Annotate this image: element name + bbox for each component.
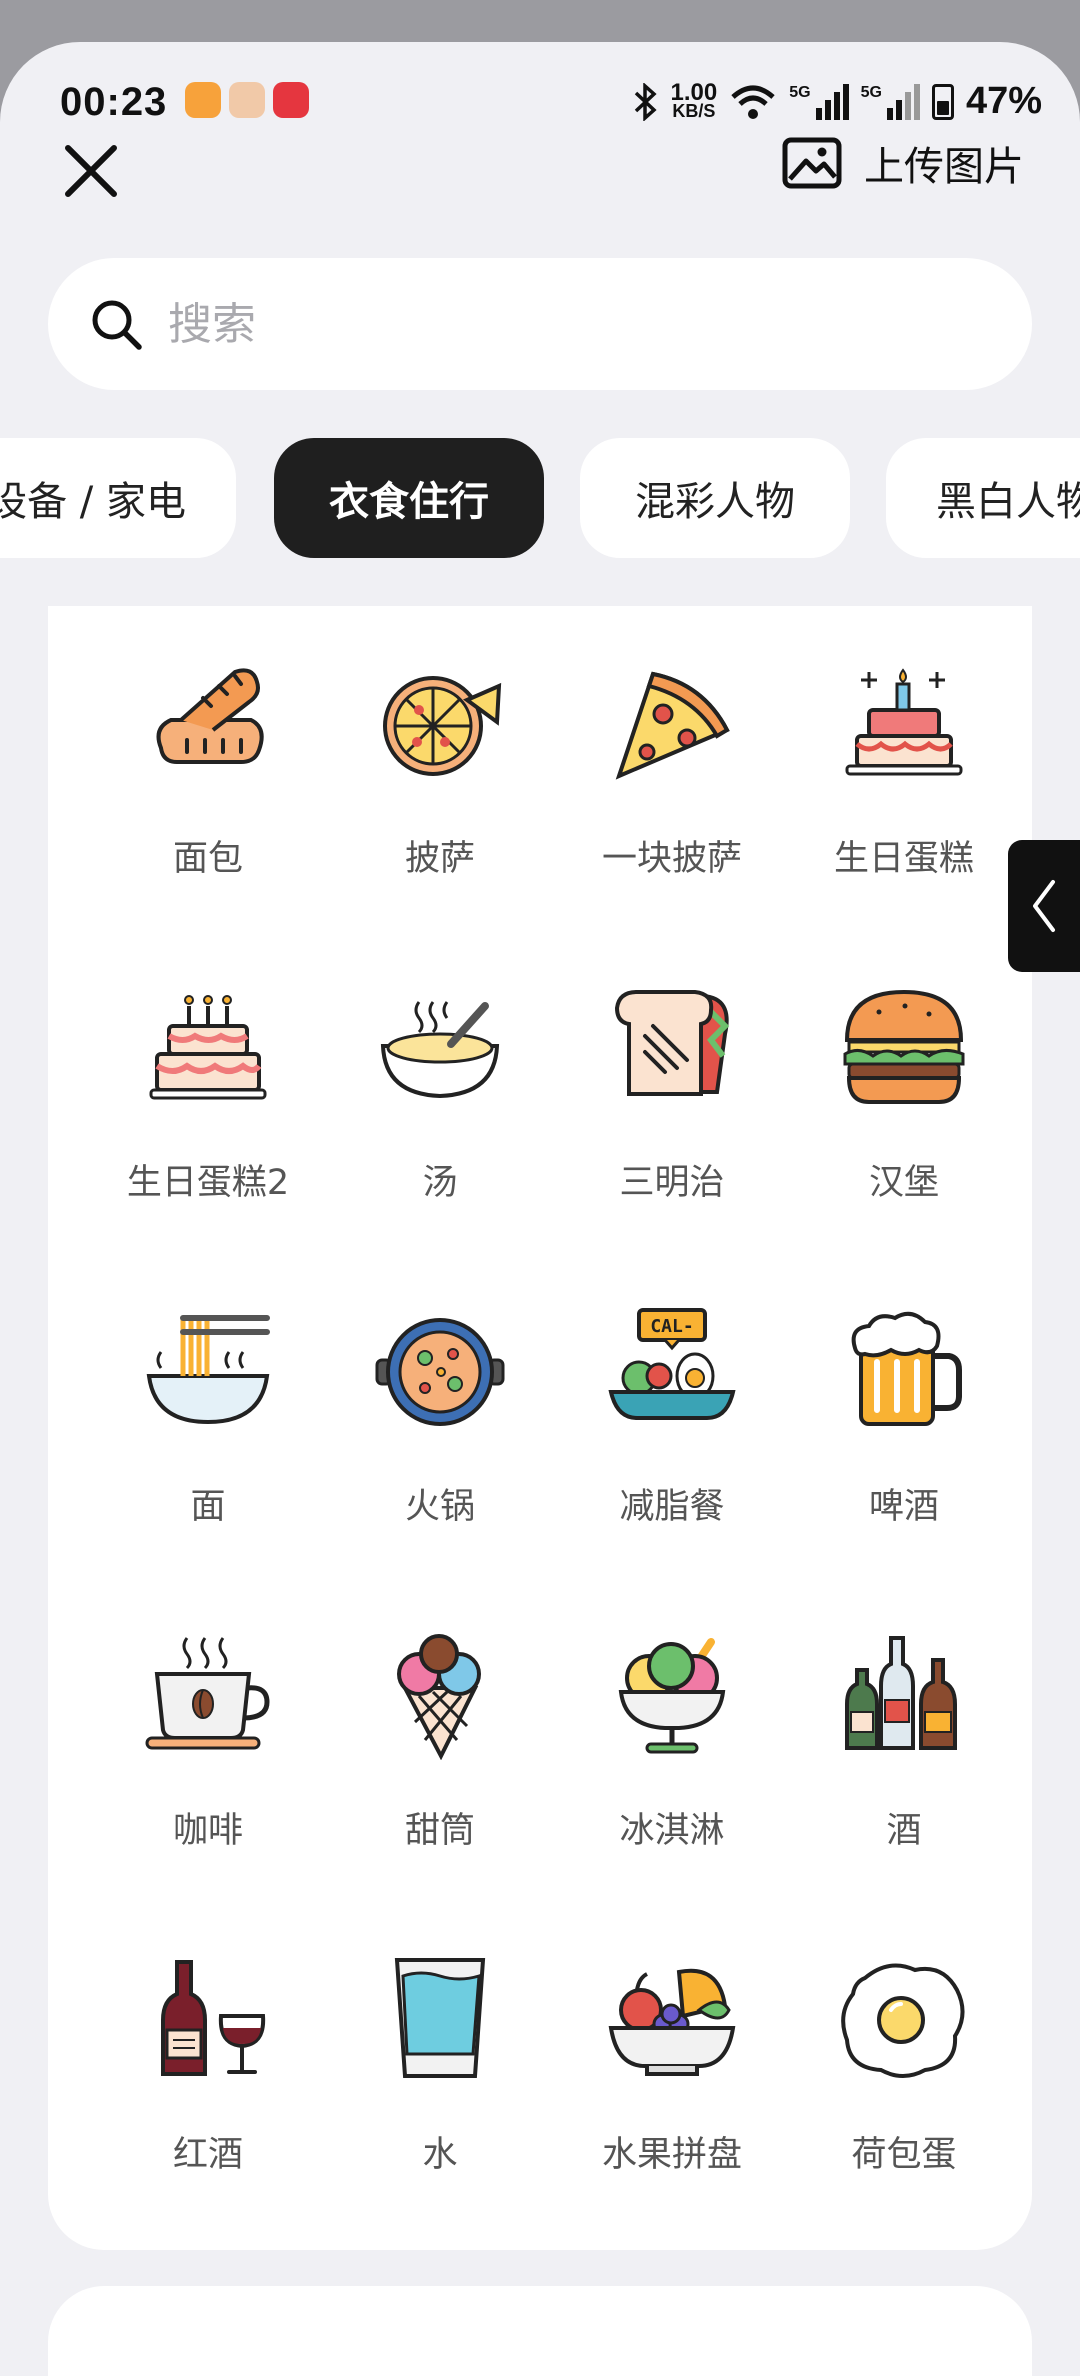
icon-label: 减脂餐 <box>619 1487 725 1527</box>
bottom-sheet: 00:23 1.00 KB/S 5G 5G 47% 上传图片 搜索 设备 / 家… <box>0 42 1080 2376</box>
battery-icon <box>931 83 954 120</box>
water-glass-icon <box>394 1958 486 2078</box>
icon-label: 荷包蛋 <box>851 2135 957 2175</box>
icon-label: 汉堡 <box>868 1163 939 1203</box>
diet-meal-icon: CAL- <box>608 1308 736 1420</box>
icon-item-coffee[interactable]: 咖啡 <box>92 1578 324 1902</box>
icon-label: 咖啡 <box>172 1811 243 1851</box>
sandwich-icon <box>614 990 730 1096</box>
icon-item-pizza[interactable]: 披萨 <box>324 606 556 930</box>
icon-item-pizza-slice[interactable]: 一块披萨 <box>556 606 788 930</box>
icon-item-diet-meal[interactable]: CAL- 减脂餐 <box>556 1254 788 1578</box>
icon-item-fruit-platter[interactable]: 水果拼盘 <box>556 1902 788 2226</box>
category-tabs: 设备 / 家电 衣食住行 混彩人物 黑白人物 <box>0 438 1080 558</box>
search-bar[interactable] <box>48 258 1032 390</box>
notification-icons <box>185 82 309 118</box>
icon-label: 啤酒 <box>868 1487 939 1527</box>
icon-item-beer[interactable]: 啤酒 <box>788 1254 1020 1578</box>
birthday-cake-icon <box>845 668 963 776</box>
ice-cream-cup-icon <box>618 1638 726 1754</box>
status-right: 1.00 KB/S 5G 5G 47% <box>633 80 1042 123</box>
icon-panel: 面包 披萨 一块披萨 生日蛋糕 生日蛋糕2 汤 三明治 汉堡 面 火锅 CAL-… <box>48 606 1032 2250</box>
tab-devices[interactable]: 设备 / 家电 <box>0 438 236 558</box>
bluetooth-icon <box>634 82 657 121</box>
coffee-icon <box>145 1637 270 1750</box>
next-section-card <box>48 2286 1032 2376</box>
pizza-slice-icon <box>615 671 730 780</box>
signal-sim2-icon: 5G <box>861 83 920 120</box>
icon-item-soup[interactable]: 汤 <box>324 930 556 1254</box>
ice-cream-cone-icon <box>397 1634 481 1760</box>
icon-label: 红酒 <box>172 2135 243 2175</box>
icon-item-liquor[interactable]: 酒 <box>788 1578 1020 1902</box>
app-notification-icon <box>185 82 221 118</box>
pizza-icon <box>383 676 502 776</box>
icon-label: 水果拼盘 <box>601 2135 742 2175</box>
icon-item-noodles[interactable]: 面 <box>92 1254 324 1578</box>
noodles-icon <box>146 1315 270 1425</box>
bread-icon <box>156 668 264 764</box>
icon-item-birthday-cake[interactable]: 生日蛋糕 <box>788 606 1020 930</box>
fruit-platter-icon <box>608 1968 736 2076</box>
icon-item-birthday-cake-2[interactable]: 生日蛋糕2 <box>92 930 324 1254</box>
red-wine-icon <box>161 1960 266 2076</box>
icon-label: 甜筒 <box>404 1811 475 1851</box>
icon-label: 冰淇淋 <box>619 1811 725 1851</box>
icon-label: 汤 <box>422 1163 458 1203</box>
burger-icon <box>843 989 965 1104</box>
icon-label: 生日蛋糕2 <box>126 1163 290 1203</box>
tab-bw-people[interactable]: 黑白人物 <box>886 438 1080 558</box>
wifi-icon <box>731 85 775 119</box>
tab-food-clothing-travel[interactable]: 衣食住行 <box>274 438 544 558</box>
hotpot-icon <box>375 1318 505 1426</box>
icon-item-burger[interactable]: 汉堡 <box>788 930 1020 1254</box>
icon-label: 火锅 <box>404 1487 475 1527</box>
icon-label: 面 <box>190 1487 226 1527</box>
tab-color-people[interactable]: 混彩人物 <box>580 438 850 558</box>
battery-percent: 47% <box>965 80 1042 122</box>
app-notification-icon <box>273 82 309 118</box>
icon-item-ice-cream-cup[interactable]: 冰淇淋 <box>556 1578 788 1902</box>
soup-icon <box>380 1001 500 1099</box>
diet-badge-text: CAL- <box>650 1316 693 1337</box>
icon-item-bread[interactable]: 面包 <box>92 606 324 930</box>
net-speed: 1.00 KB/S <box>670 78 718 121</box>
icon-label: 酒 <box>886 1811 922 1851</box>
icon-label: 水 <box>422 2135 458 2175</box>
icon-item-sandwich[interactable]: 三明治 <box>556 930 788 1254</box>
search-icon <box>92 300 142 350</box>
icon-label: 一块披萨 <box>601 839 742 879</box>
birthday-cake-2-icon <box>149 995 267 1100</box>
signal-sim1-icon: 5G <box>789 83 849 120</box>
fried-egg-icon <box>841 1963 965 2078</box>
clock: 00:23 <box>60 80 168 124</box>
icon-item-red-wine[interactable]: 红酒 <box>92 1902 324 2226</box>
search-input[interactable] <box>166 297 990 351</box>
icon-item-water[interactable]: 水 <box>324 1902 556 2226</box>
icon-label: 披萨 <box>404 839 475 879</box>
side-drawer-handle[interactable] <box>1008 840 1080 972</box>
icon-label: 面包 <box>172 839 243 879</box>
icon-item-ice-cream-cone[interactable]: 甜筒 <box>324 1578 556 1902</box>
icon-item-fried-egg[interactable]: 荷包蛋 <box>788 1902 1020 2226</box>
status-bar: 00:23 1.00 KB/S 5G 5G 47% <box>0 42 1080 162</box>
icon-label: 生日蛋糕 <box>833 839 974 879</box>
chevron-left-icon <box>1033 880 1055 932</box>
icon-label: 三明治 <box>619 1163 725 1203</box>
app-notification-icon <box>229 82 265 118</box>
beer-icon <box>851 1311 962 1426</box>
icon-item-hotpot[interactable]: 火锅 <box>324 1254 556 1578</box>
liquor-icon <box>845 1636 957 1750</box>
